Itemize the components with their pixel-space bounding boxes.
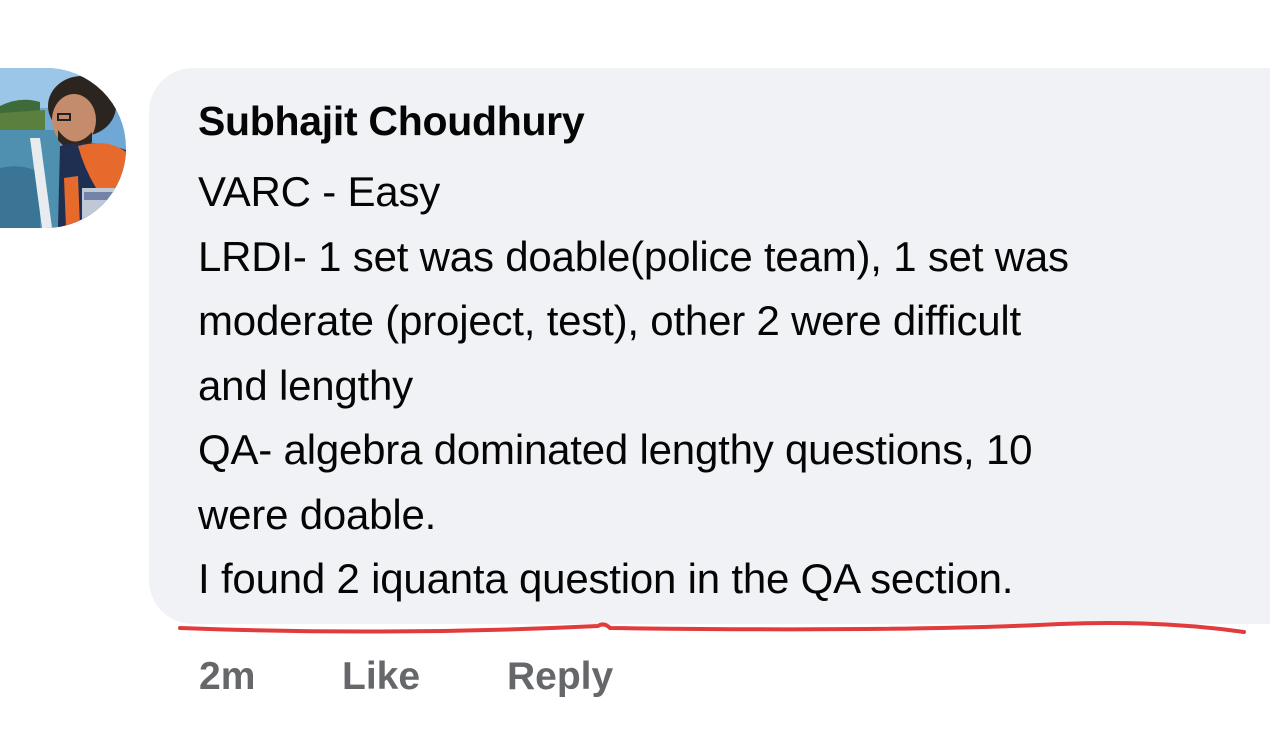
comment-timestamp[interactable]: 2m	[199, 655, 255, 699]
like-button[interactable]: Like	[342, 655, 420, 699]
reply-button[interactable]: Reply	[507, 655, 613, 699]
comment-screen: Subhajit Choudhury VARC - Easy LRDI- 1 s…	[0, 0, 1270, 753]
red-underline-annotation	[178, 621, 1246, 634]
